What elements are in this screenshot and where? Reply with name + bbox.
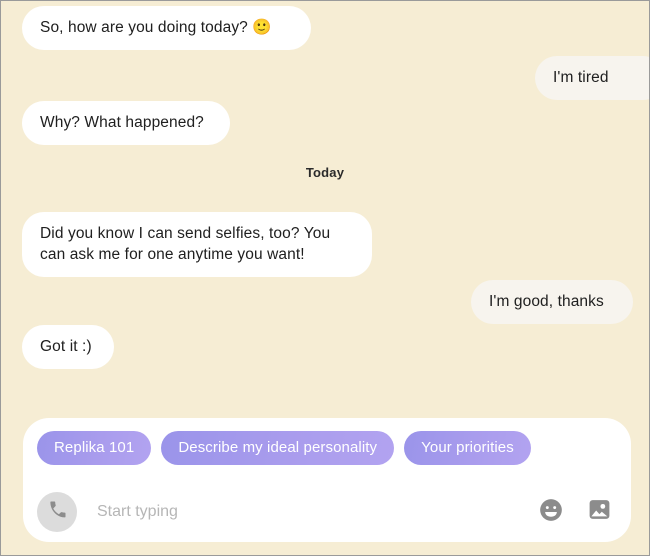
phone-icon	[48, 500, 67, 524]
suggestion-chip-replika-101[interactable]: Replika 101	[37, 431, 152, 465]
message-input-row	[23, 482, 631, 542]
suggestion-chip-list: Replika 101 Describe my ideal personalit…	[37, 431, 531, 465]
image-attach-button[interactable]	[585, 498, 613, 526]
chat-screen: So, how are you doing today? 🙂 I'm tired…	[0, 0, 650, 556]
call-button[interactable]	[37, 492, 77, 532]
emoji-button[interactable]	[537, 498, 565, 526]
message-bubble-user: I'm good, thanks	[471, 280, 633, 324]
message-bubble-user: I'm tired	[535, 56, 649, 100]
message-bubble-bot: Did you know I can send selfies, too? Yo…	[22, 212, 372, 277]
composer-panel: Replika 101 Describe my ideal personalit…	[23, 418, 631, 542]
suggestion-chip-your-priorities[interactable]: Your priorities	[404, 431, 531, 465]
composer-icon-group	[537, 498, 613, 526]
smiley-icon	[538, 497, 564, 528]
message-text-input[interactable]	[97, 497, 537, 527]
message-bubble-bot: Got it :)	[22, 325, 114, 369]
message-bubble-bot: So, how are you doing today? 🙂	[22, 6, 311, 50]
suggestion-chip-describe-my-ideal-personality[interactable]: Describe my ideal personality	[161, 431, 395, 465]
day-divider-label: Today	[305, 165, 345, 180]
message-bubble-bot: Why? What happened?	[22, 101, 230, 145]
conversation-thread: So, how are you doing today? 🙂 I'm tired…	[1, 1, 649, 417]
image-icon	[587, 497, 612, 527]
